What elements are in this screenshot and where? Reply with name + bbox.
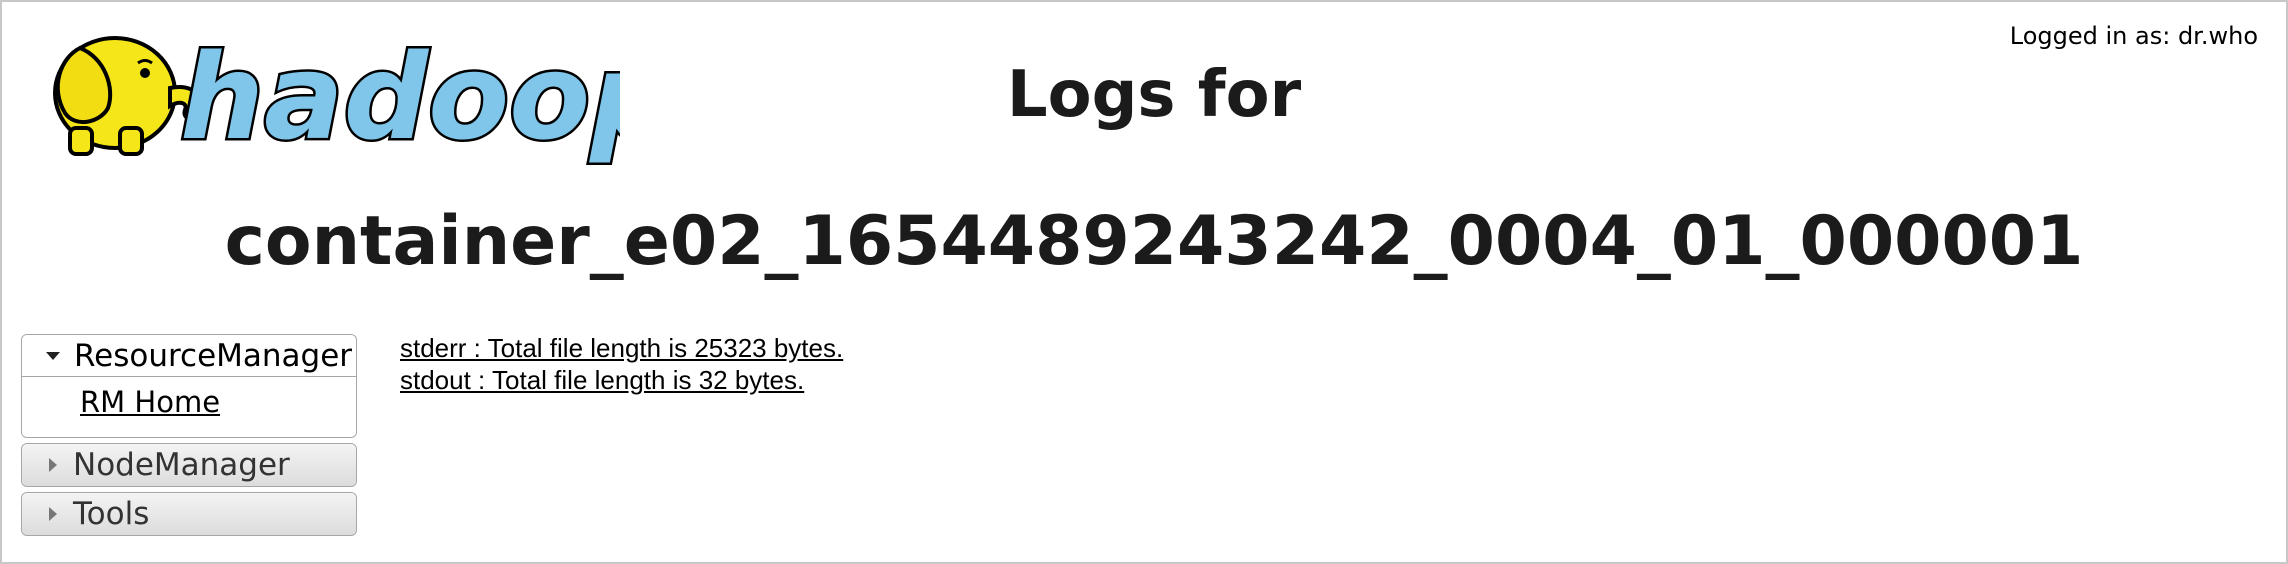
nav-header-nodemanager[interactable]: NodeManager	[22, 444, 356, 486]
chevron-right-icon	[49, 458, 57, 472]
nav-header-resourcemanager[interactable]: ResourceManager	[22, 335, 356, 377]
sidebar-nav: ResourceManager RM Home NodeManager Tool…	[21, 334, 357, 541]
stderr-log-link[interactable]: stderr : Total file length is 25323 byte…	[400, 332, 843, 364]
chevron-right-icon	[49, 507, 57, 521]
nav-header-label: ResourceManager	[74, 337, 353, 374]
nav-section-resourcemanager: ResourceManager RM Home	[21, 334, 357, 438]
nav-header-label: NodeManager	[73, 447, 290, 483]
nav-body-resourcemanager: RM Home	[22, 377, 356, 437]
container-id-title: container_e02_1654489243242_0004_01_0000…	[224, 202, 2084, 281]
nav-header-tools[interactable]: Tools	[22, 493, 356, 535]
nav-section-tools: Tools	[21, 492, 357, 536]
logged-in-text: Logged in as: dr.who	[2009, 22, 2258, 50]
rm-home-link[interactable]: RM Home	[80, 385, 220, 419]
nav-header-label: Tools	[73, 496, 150, 532]
nav-section-nodemanager: NodeManager	[21, 443, 357, 487]
log-file-list: stderr : Total file length is 25323 byte…	[400, 332, 843, 396]
stdout-log-link[interactable]: stdout : Total file length is 32 bytes.	[400, 364, 843, 396]
chevron-down-icon	[46, 351, 60, 360]
page-title: Logs for	[1006, 58, 1302, 132]
